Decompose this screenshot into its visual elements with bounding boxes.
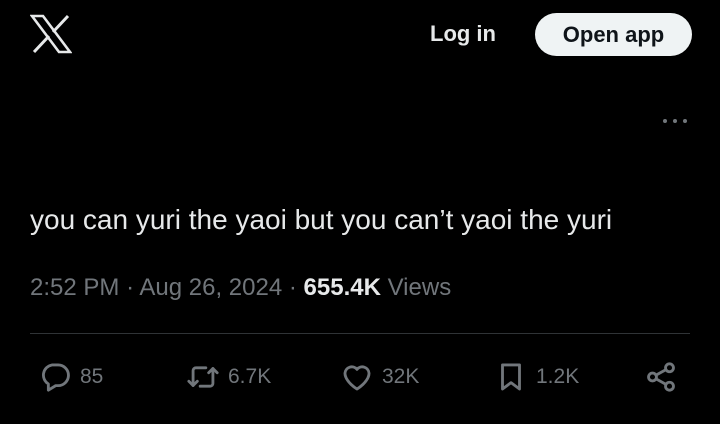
views-label: Views [387,274,452,301]
repost-icon [187,366,219,388]
divider [30,333,690,334]
tweet-text: you can yuri the yaoi but you can’t yaoi… [30,204,613,235]
reply-button[interactable]: 85 [38,354,103,400]
more-dot [683,119,687,123]
meta-separator: · [288,274,297,301]
top-bar: Log in Open app [0,0,720,70]
action-bar: 85 6.7K 32K 1.2K [0,354,720,400]
tweet-meta: 2:52 PM · Aug 26, 2024 · 655.4K Views [30,273,451,303]
more-options-icon[interactable] [660,112,690,130]
tweet-date[interactable]: Aug 26, 2024 [139,274,282,301]
like-count: 32K [382,365,420,388]
bookmark-icon [501,363,521,391]
share-icon [647,362,675,392]
like-button[interactable]: 32K [340,354,419,400]
repost-button[interactable]: 6.7K [186,354,271,400]
tweet-time[interactable]: 2:52 PM [30,274,119,301]
more-dot [673,119,677,123]
share-button[interactable] [644,354,678,400]
login-link[interactable]: Log in [430,20,496,48]
more-dot [663,119,667,123]
reply-icon [42,363,70,392]
x-logo-icon[interactable] [30,14,72,54]
repost-count: 6.7K [228,365,272,388]
views-count: 655.4K [303,274,381,301]
meta-separator: · [126,274,135,301]
heart-icon [343,365,371,391]
reply-count: 85 [80,365,104,388]
bookmark-button[interactable]: 1.2K [494,354,579,400]
open-app-button[interactable]: Open app [535,13,692,56]
bookmark-count: 1.2K [536,365,580,388]
